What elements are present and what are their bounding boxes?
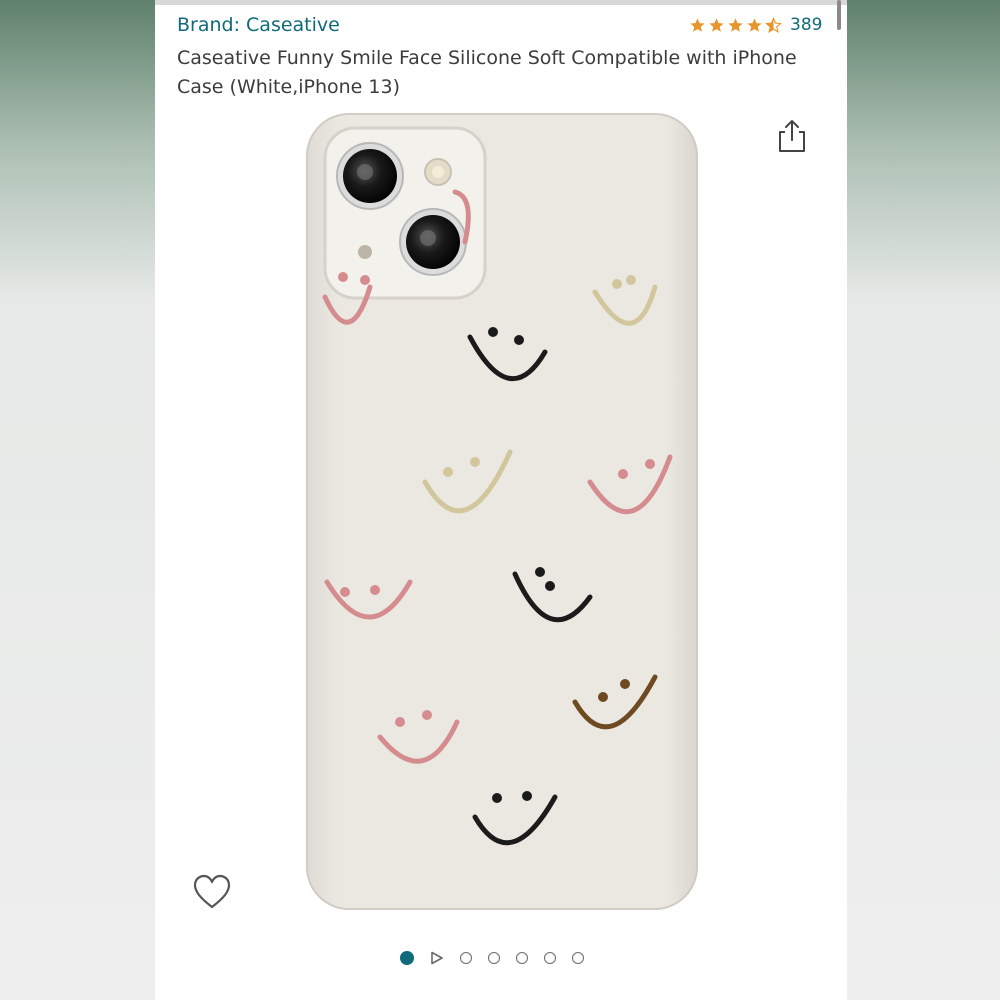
rating-widget[interactable]: 389	[689, 15, 822, 35]
gallery-dot[interactable]	[460, 952, 472, 964]
star-icon	[690, 17, 705, 32]
product-image[interactable]	[305, 112, 705, 912]
share-icon[interactable]	[777, 118, 807, 154]
gallery-dot[interactable]	[572, 952, 584, 964]
star-icon	[747, 17, 762, 32]
background-left	[0, 0, 155, 1000]
play-icon[interactable]	[430, 951, 444, 965]
star-icon	[728, 17, 743, 32]
background-right	[847, 0, 1000, 1000]
scrollbar[interactable]	[837, 0, 841, 30]
star-icon	[709, 17, 724, 32]
top-bar	[155, 0, 847, 5]
gallery-dot[interactable]	[544, 952, 556, 964]
brand-link[interactable]: Brand: Caseative	[177, 14, 340, 36]
gallery-dot[interactable]	[516, 952, 528, 964]
star-half-icon	[765, 16, 782, 33]
gallery-dot[interactable]	[488, 952, 500, 964]
product-title: Caseative Funny Smile Face Silicone Soft…	[177, 47, 797, 98]
gallery-dot-active[interactable]	[400, 951, 414, 965]
heart-icon[interactable]	[193, 874, 231, 910]
gallery-pagination	[400, 951, 584, 965]
product-panel: Brand: Caseative 389 Caseative Funny Smi…	[155, 0, 847, 1000]
rating-count[interactable]: 389	[790, 15, 822, 35]
